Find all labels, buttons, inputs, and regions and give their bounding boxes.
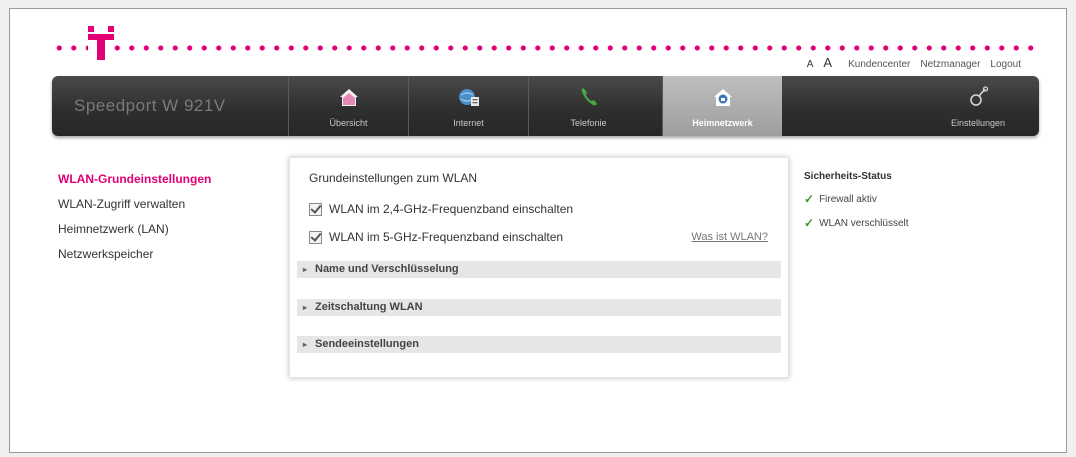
wlan-24ghz-label: WLAN im 2,4-GHz-Frequenzband einschalten bbox=[329, 202, 574, 216]
nav-tab-telefonie[interactable]: Telefonie bbox=[528, 76, 648, 136]
checkmark-icon: ✓ bbox=[804, 192, 815, 206]
wlan-24ghz-checkbox[interactable] bbox=[309, 202, 322, 216]
section-sendeeinstellungen[interactable]: ▸ Sendeeinstellungen bbox=[297, 336, 781, 353]
main-nav-bar: Speedport W 921V Übersicht Internet Tele… bbox=[52, 76, 1039, 136]
status-item-firewall: ✓ Firewall aktiv bbox=[804, 192, 909, 206]
sidebar-item-wlan-zugriff[interactable]: WLAN-Zugriff verwalten bbox=[58, 196, 211, 221]
nav-tab-uebersicht[interactable]: Übersicht bbox=[288, 76, 408, 136]
status-label: WLAN verschlüsselt bbox=[819, 217, 909, 229]
nav-tab-label: Heimnetzwerk bbox=[692, 118, 753, 128]
section-zeitschaltung[interactable]: ▸ Zeitschaltung WLAN bbox=[297, 299, 781, 316]
chevron-right-icon: ▸ bbox=[303, 340, 308, 349]
section-label: Sendeeinstellungen bbox=[315, 338, 419, 350]
nav-tab-heimnetzwerk[interactable]: Heimnetzwerk bbox=[662, 76, 782, 136]
phone-icon bbox=[581, 88, 597, 106]
wlan-5ghz-label: WLAN im 5-GHz-Frequenzband einschalten bbox=[329, 230, 564, 244]
nav-tab-internet[interactable]: Internet bbox=[408, 76, 528, 136]
security-status-title: Sicherheits-Status bbox=[804, 171, 892, 182]
netzmanager-link[interactable]: Netzmanager bbox=[920, 59, 980, 70]
section-label: Name und Verschlüsselung bbox=[315, 263, 459, 275]
nav-tab-label: Übersicht bbox=[329, 118, 368, 128]
security-status: Sicherheits-Status ✓ Firewall aktiv ✓ WL… bbox=[804, 171, 909, 240]
nav-tab-einstellungen[interactable]: Einstellungen bbox=[918, 76, 1038, 136]
chevron-right-icon: ▸ bbox=[303, 303, 308, 312]
telekom-logo[interactable] bbox=[88, 26, 114, 60]
wlan-settings-panel: Grundeinstellungen zum WLAN WLAN im 2,4-… bbox=[289, 157, 789, 378]
checkmark-icon: ✓ bbox=[804, 216, 815, 230]
font-size-large-button[interactable]: A bbox=[823, 55, 832, 70]
status-item-wlan-encrypted: ✓ WLAN verschlüsselt bbox=[804, 216, 909, 230]
brand-dots bbox=[52, 45, 1037, 51]
sidebar-item-netzwerkspeicher[interactable]: Netzwerkspeicher bbox=[58, 246, 211, 271]
top-links: A A Kundencenter Netzmanager Logout bbox=[807, 55, 1021, 70]
wlan-24ghz-row: WLAN im 2,4-GHz-Frequenzband einschalten bbox=[309, 202, 573, 216]
nav-tab-label: Internet bbox=[453, 118, 484, 128]
panel-title: Grundeinstellungen zum WLAN bbox=[309, 171, 478, 185]
kundencenter-link[interactable]: Kundencenter bbox=[848, 59, 910, 70]
wlan-5ghz-row: WLAN im 5-GHz-Frequenzband einschalten bbox=[309, 230, 563, 244]
status-label: Firewall aktiv bbox=[819, 193, 877, 205]
chevron-right-icon: ▸ bbox=[303, 265, 308, 274]
home-icon bbox=[339, 89, 358, 106]
home-network-icon bbox=[713, 89, 732, 106]
nav-tab-label: Einstellungen bbox=[950, 118, 1006, 128]
sidebar-item-wlan-grundeinstellungen[interactable]: WLAN-Grundeinstellungen bbox=[58, 171, 211, 196]
sidebar-item-heimnetzwerk-lan[interactable]: Heimnetzwerk (LAN) bbox=[58, 221, 211, 246]
section-label: Zeitschaltung WLAN bbox=[315, 301, 423, 313]
sidebar: WLAN-Grundeinstellungen WLAN-Zugriff ver… bbox=[58, 171, 211, 271]
section-name-verschluesselung[interactable]: ▸ Name und Verschlüsselung bbox=[297, 261, 781, 278]
nav-tab-label: Telefonie bbox=[570, 118, 607, 128]
logout-link[interactable]: Logout bbox=[990, 59, 1021, 70]
settings-wrench-icon bbox=[970, 86, 989, 106]
product-name: Speedport W 921V bbox=[74, 96, 226, 115]
what-is-wlan-link[interactable]: Was ist WLAN? bbox=[691, 231, 768, 243]
wlan-5ghz-checkbox[interactable] bbox=[309, 230, 322, 244]
font-size-small-button[interactable]: A bbox=[807, 59, 814, 70]
internet-globe-icon bbox=[458, 89, 479, 106]
